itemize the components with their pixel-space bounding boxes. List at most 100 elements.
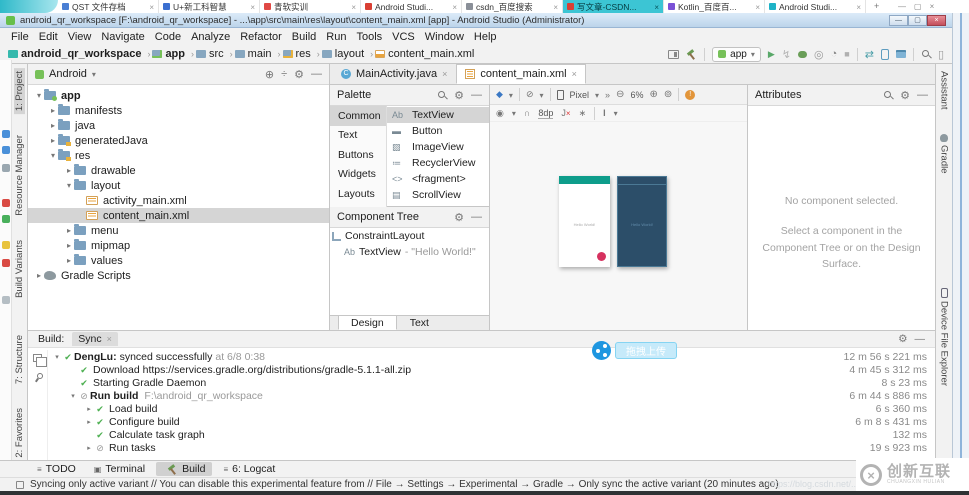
event-log-icon[interactable] <box>16 481 24 489</box>
project-view-selector[interactable]: Android <box>49 68 87 80</box>
browser-tab-close-icon[interactable] <box>553 2 558 12</box>
menu-item[interactable]: Edit <box>34 31 63 43</box>
build-output-row[interactable]: ▾ DengLu: synced successfully at 6/8 0:3… <box>48 351 931 364</box>
tool-stripe-button[interactable]: Build Variants <box>14 237 25 301</box>
breadcrumb-item[interactable]: layout › <box>322 48 373 60</box>
tree-row[interactable]: ▸ drawable <box>28 163 329 178</box>
tree-row[interactable]: ▸ mipmap <box>28 238 329 253</box>
menu-item[interactable]: Run <box>321 31 351 43</box>
hide-panel-icon[interactable] <box>915 333 926 345</box>
tool-stripe-button[interactable]: Resource Manager <box>14 132 25 219</box>
browser-tab[interactable]: QST 文件存档 <box>58 0 159 13</box>
tool-window-button[interactable]: ≡ 6: Logcat <box>216 462 282 476</box>
tree-expand-arrow[interactable]: ▾ <box>52 353 62 361</box>
tree-expand-arrow[interactable]: ▾ <box>34 91 44 100</box>
browser-tab[interactable]: Kotlin_百度百... <box>664 0 765 13</box>
search-icon[interactable] <box>437 90 447 100</box>
tool-stripe-button[interactable]: Device File Explorer <box>939 285 950 389</box>
tree-row[interactable]: ▸ menu <box>28 223 329 238</box>
browser-tab[interactable]: U+新工科智慧 <box>159 0 260 13</box>
menu-item[interactable]: Window <box>420 31 469 43</box>
collapse-all-icon[interactable] <box>281 68 287 80</box>
tree-row[interactable]: ▸ generatedJava <box>28 133 329 148</box>
hide-panel-icon[interactable] <box>471 89 482 101</box>
build-output-row[interactable]: Starting Gradle Daemon 8 s 23 ms <box>48 377 931 390</box>
browser-tab[interactable]: 写文章-CSDN... <box>563 0 664 13</box>
palette-item[interactable]: ▤ ScrollView <box>387 187 489 203</box>
zoom-fit-icon[interactable] <box>664 89 672 100</box>
browser-tab[interactable]: csdn_百度搜索 <box>462 0 563 13</box>
breadcrumb-item[interactable]: content_main.xml › <box>375 48 474 60</box>
search-icon[interactable] <box>883 90 893 100</box>
sync-gradle-icon[interactable] <box>865 48 874 61</box>
gear-icon[interactable] <box>454 211 464 224</box>
breadcrumb-item[interactable]: app › <box>152 48 194 60</box>
share-upload-icon[interactable] <box>592 341 611 360</box>
browser-new-tab-button[interactable]: + <box>868 1 885 11</box>
editor-mode-tab[interactable]: Text <box>397 315 442 330</box>
tree-row[interactable]: ▸ Gradle Scripts <box>28 268 329 283</box>
orientation-icon[interactable] <box>526 89 534 100</box>
device-selector[interactable]: Pixel <box>570 90 590 100</box>
hide-panel-icon[interactable] <box>311 68 322 80</box>
editor-mode-tab[interactable]: Design <box>338 315 397 330</box>
zoom-in-icon[interactable] <box>649 89 657 100</box>
avd-manager-icon[interactable] <box>881 49 889 60</box>
tool-stripe-button[interactable]: 2: Favorites <box>14 405 25 461</box>
build-output-row[interactable]: ▸ Load build 6 s 360 ms <box>48 403 931 416</box>
tool-window-button[interactable]: ▣ Terminal <box>87 462 152 476</box>
restart-sync-icon[interactable] <box>33 354 42 362</box>
stop-button[interactable] <box>844 48 849 60</box>
view-options-icon[interactable] <box>496 108 504 119</box>
tree-expand-arrow[interactable]: ▸ <box>84 405 94 413</box>
menu-item[interactable]: Refactor <box>235 31 287 43</box>
palette-item[interactable]: <> <fragment> <box>387 171 489 187</box>
hide-panel-icon[interactable] <box>471 211 482 223</box>
tree-expand-arrow[interactable]: ▸ <box>64 166 74 175</box>
search-everywhere-icon[interactable] <box>921 49 931 59</box>
component-tree-row[interactable]: Ab TextView - "Hello World!" <box>330 244 489 260</box>
layout-inspector-icon[interactable] <box>938 48 944 61</box>
browser-close-button[interactable]: × <box>930 2 935 11</box>
browser-tab[interactable]: 青软实训 <box>260 0 361 13</box>
browser-tab[interactable]: Android Studi... <box>765 0 866 13</box>
browser-tab[interactable]: Android Studi... <box>361 0 462 13</box>
palette-category[interactable]: Widgets <box>330 165 386 185</box>
palette-category[interactable]: Buttons <box>330 145 386 165</box>
apply-changes-icon[interactable] <box>782 48 791 61</box>
tree-expand-arrow[interactable]: ▸ <box>84 418 94 426</box>
tool-stripe-button[interactable]: Assistant <box>939 68 950 113</box>
menu-item[interactable]: Navigate <box>96 31 149 43</box>
tree-expand-arrow[interactable]: ▾ <box>64 181 74 190</box>
design-preview-screen[interactable]: Hello World! <box>559 176 610 267</box>
build-output-row[interactable]: ▾ Run build F:\android_qr_workspace 6 m … <box>48 390 931 403</box>
browser-tab-close-icon[interactable] <box>250 2 255 12</box>
menu-item[interactable]: View <box>63 31 97 43</box>
breadcrumb-item[interactable]: android_qr_workspace › <box>8 48 150 60</box>
browser-tab-close-icon[interactable] <box>452 2 457 12</box>
gear-icon[interactable] <box>294 68 304 81</box>
editor-tab-close-icon[interactable] <box>572 68 577 80</box>
build-output-row[interactable]: ▸ Run tasks 19 s 923 ms <box>48 441 931 454</box>
run-button[interactable] <box>768 48 775 60</box>
maximize-button[interactable]: ▢ <box>908 15 927 26</box>
browser-tab-close-icon[interactable] <box>654 2 659 12</box>
tree-row[interactable]: ▾ app <box>28 88 329 103</box>
menu-item[interactable]: Build <box>287 31 321 43</box>
profiler-icon[interactable] <box>831 48 838 60</box>
browser-tab-close-icon[interactable] <box>755 2 760 12</box>
breadcrumb-item[interactable]: res › <box>283 48 320 60</box>
palette-category[interactable]: Text <box>330 126 386 146</box>
tool-stripe-button[interactable]: Gradle <box>939 131 950 177</box>
close-button[interactable]: × <box>927 15 946 26</box>
gear-icon[interactable] <box>454 89 464 102</box>
palette-category[interactable]: Layouts <box>330 184 386 204</box>
editor-tab[interactable]: C MainActivity.java <box>332 64 456 84</box>
infer-constraints-icon[interactable] <box>579 108 587 119</box>
build-output-row[interactable]: Calculate task graph 132 ms <box>48 428 931 441</box>
tree-expand-arrow[interactable]: ▸ <box>48 136 58 145</box>
build-hammer-icon[interactable] <box>686 49 697 60</box>
tree-row[interactable]: ▾ res <box>28 148 329 163</box>
gear-icon[interactable] <box>900 89 910 102</box>
browser-tab-close-icon[interactable] <box>351 2 356 12</box>
